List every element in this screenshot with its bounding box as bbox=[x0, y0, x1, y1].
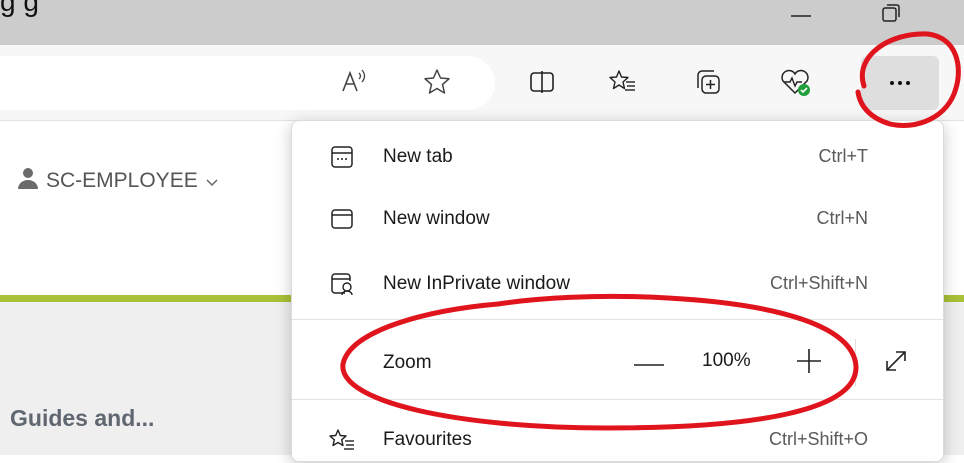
zoom-out-icon bbox=[634, 354, 664, 372]
zoom-out-button[interactable] bbox=[627, 345, 671, 381]
menu-item-shortcut: Ctrl+T bbox=[818, 146, 869, 166]
fullscreen-button[interactable] bbox=[876, 345, 916, 381]
restore-icon bbox=[880, 2, 902, 29]
favorites-button[interactable] bbox=[603, 64, 643, 104]
browser-essentials-icon bbox=[778, 67, 812, 102]
more-icon bbox=[888, 74, 912, 92]
menu-item-new-inprivate-window[interactable]: New InPrivate window Ctrl+Shift+N bbox=[292, 261, 943, 307]
menu-item-new-tab[interactable]: New tab Ctrl+T bbox=[292, 134, 943, 180]
user-name: SC-EMPLOYEE bbox=[46, 169, 198, 192]
zoom-divider bbox=[855, 339, 856, 387]
window-title-bar: g g bbox=[0, 0, 964, 45]
settings-and-more-menu: New tab Ctrl+T New window Ctrl+N New InP… bbox=[291, 120, 944, 462]
favorite-star-icon bbox=[422, 67, 452, 102]
zoom-in-button[interactable] bbox=[787, 345, 831, 381]
new-tab-icon bbox=[328, 143, 356, 171]
minimize-button[interactable] bbox=[776, 0, 826, 30]
zoom-label: Zoom bbox=[383, 352, 432, 373]
new-window-icon bbox=[328, 205, 356, 233]
collections-button[interactable] bbox=[688, 64, 728, 104]
guides-heading[interactable]: Guides and... bbox=[10, 405, 154, 432]
inprivate-icon bbox=[328, 270, 356, 298]
restore-button[interactable] bbox=[866, 0, 916, 30]
zoom-in-icon bbox=[797, 348, 821, 378]
collections-icon bbox=[693, 67, 723, 102]
menu-separator bbox=[292, 399, 943, 400]
minimize-icon bbox=[790, 6, 812, 25]
menu-item-favourites[interactable]: Favourites Ctrl+Shift+O bbox=[292, 417, 943, 463]
menu-item-label: New InPrivate window bbox=[383, 273, 570, 294]
menu-item-shortcut: Ctrl+Shift+N bbox=[769, 273, 868, 293]
fullscreen-icon bbox=[883, 348, 909, 379]
user-icon bbox=[16, 166, 40, 196]
read-aloud-icon bbox=[339, 67, 369, 102]
menu-item-label: Favourites bbox=[383, 429, 472, 450]
read-aloud-button[interactable] bbox=[334, 64, 374, 104]
menu-item-shortcut: Ctrl+Shift+O bbox=[768, 429, 868, 449]
more-button[interactable] bbox=[861, 56, 939, 110]
zoom-level: 100% bbox=[702, 350, 751, 371]
menu-item-label: New window bbox=[383, 208, 490, 229]
window-title-fragment: g g bbox=[0, 0, 39, 17]
menu-item-shortcut: Ctrl+N bbox=[816, 208, 868, 228]
split-screen-icon bbox=[527, 67, 557, 102]
favorites-icon bbox=[608, 67, 638, 102]
menu-item-new-window[interactable]: New window Ctrl+N bbox=[292, 196, 943, 242]
chevron-down-icon bbox=[206, 169, 218, 193]
browser-toolbar bbox=[0, 45, 964, 121]
menu-item-label: New tab bbox=[383, 146, 453, 167]
favorite-star-button[interactable] bbox=[417, 64, 457, 104]
user-menu[interactable]: SC-EMPLOYEE bbox=[16, 166, 218, 196]
split-screen-button[interactable] bbox=[522, 64, 562, 104]
favourites-icon bbox=[328, 426, 356, 454]
browser-essentials-button[interactable] bbox=[775, 64, 815, 104]
menu-separator bbox=[292, 319, 943, 320]
zoom-row: Zoom 100% bbox=[292, 327, 943, 399]
